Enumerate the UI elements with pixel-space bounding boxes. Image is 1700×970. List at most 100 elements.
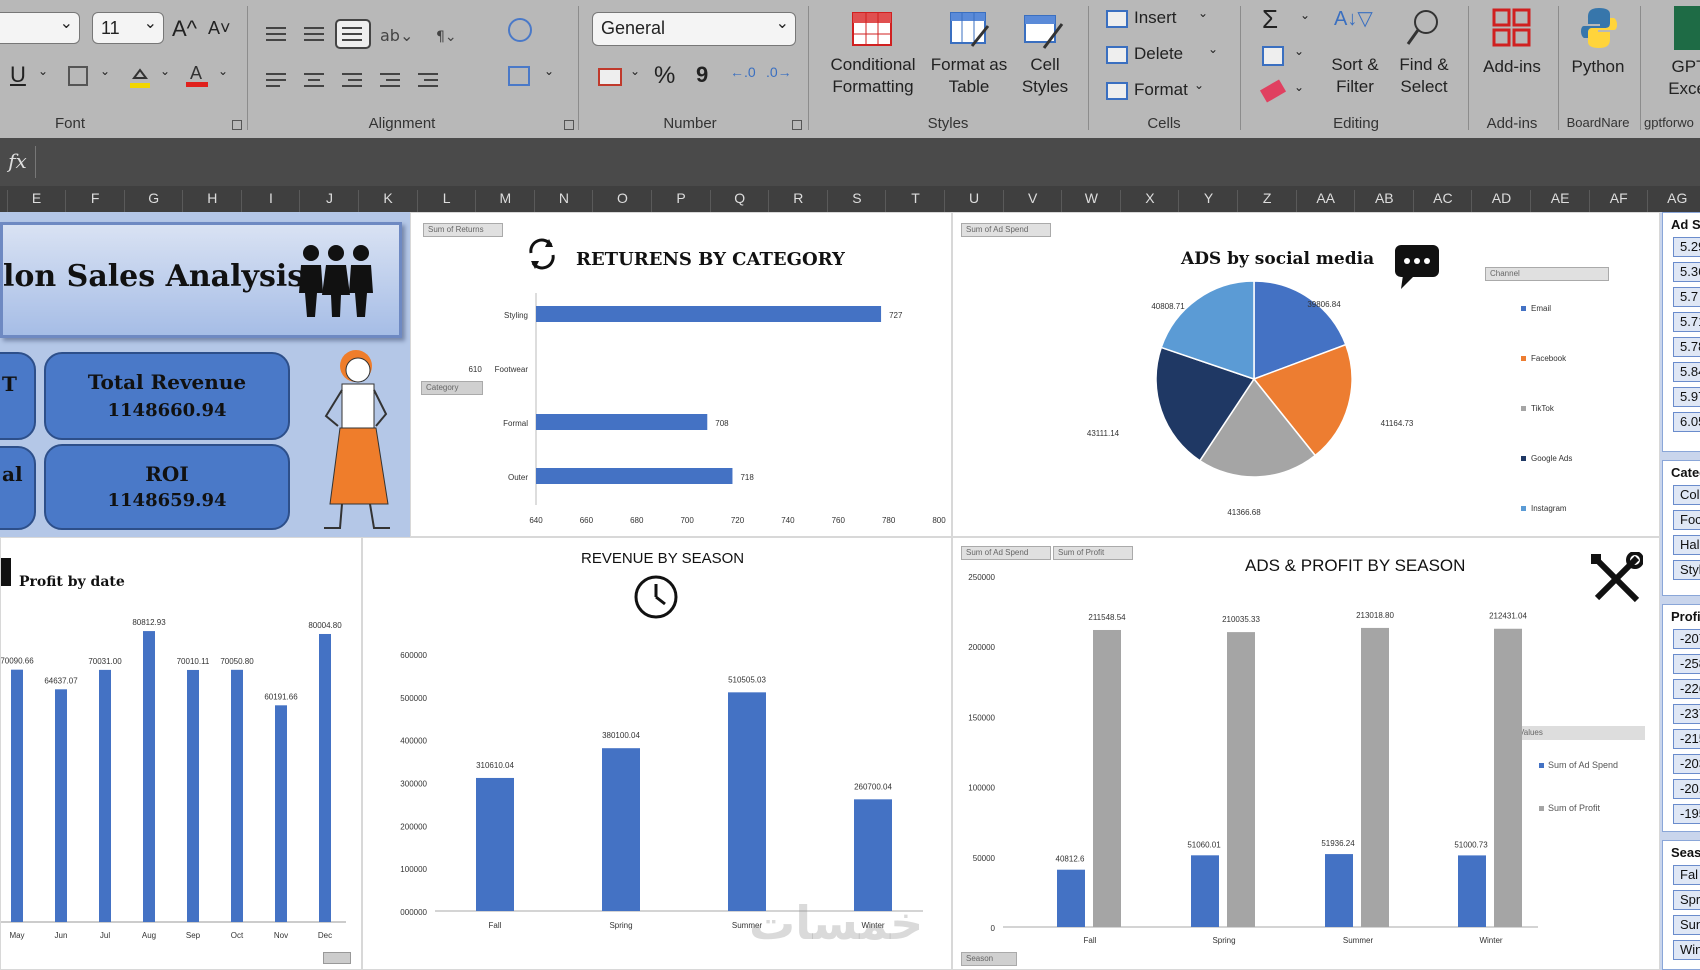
column-header[interactable]: AB bbox=[1356, 190, 1414, 212]
font-name-select[interactable] bbox=[0, 9, 80, 44]
column-header[interactable]: W bbox=[1063, 190, 1121, 212]
column-header[interactable]: AE bbox=[1532, 190, 1590, 212]
decrease-decimal-icon[interactable]: .0→ bbox=[766, 64, 792, 80]
font-size-select[interactable]: 11 bbox=[92, 9, 164, 44]
sort-filter-button[interactable]: Sort & Filter bbox=[1320, 54, 1390, 98]
underline-button[interactable]: U bbox=[10, 62, 26, 88]
chevron-down-icon[interactable]: ⌄ bbox=[160, 64, 170, 78]
column-header[interactable]: E bbox=[8, 190, 66, 212]
borders-icon[interactable] bbox=[68, 66, 88, 86]
slicer-item[interactable]: Colo bbox=[1673, 485, 1700, 505]
format-cells-icon[interactable] bbox=[1106, 82, 1128, 100]
column-header[interactable]: J bbox=[301, 190, 359, 212]
percent-button[interactable]: % bbox=[654, 62, 675, 90]
slicer-item[interactable]: Win bbox=[1673, 940, 1700, 960]
slicer-item[interactable]: Spr bbox=[1673, 890, 1700, 910]
chevron-down-icon[interactable]: ⌄ bbox=[1198, 6, 1208, 20]
find-select-button[interactable]: Find & Select bbox=[1386, 54, 1462, 98]
conditional-formatting-icon[interactable] bbox=[852, 12, 892, 46]
column-header[interactable]: P bbox=[653, 190, 711, 212]
autosum-icon[interactable]: Σ bbox=[1262, 4, 1278, 35]
slicer-item[interactable]: -207 bbox=[1673, 629, 1700, 649]
align-icons[interactable]: ab⌄ ¶⌄ bbox=[262, 14, 492, 94]
chevron-down-icon[interactable]: ⌄ bbox=[218, 64, 228, 78]
column-header[interactable]: L bbox=[418, 190, 477, 212]
column-header[interactable]: K bbox=[360, 190, 418, 212]
column-header[interactable]: Y bbox=[1180, 190, 1238, 212]
season-axis-filter[interactable]: Season bbox=[961, 952, 1017, 966]
delete-button[interactable]: Delete bbox=[1134, 44, 1183, 64]
eraser-icon[interactable] bbox=[1259, 79, 1287, 103]
format-as-table-icon[interactable] bbox=[950, 12, 990, 50]
increase-font-icon[interactable]: A^ bbox=[172, 16, 197, 42]
slicer-item[interactable]: -201 bbox=[1673, 779, 1700, 799]
wrap-text-icon[interactable] bbox=[508, 18, 532, 42]
scroll-buttons[interactable] bbox=[323, 952, 351, 964]
column-header[interactable]: S bbox=[828, 190, 887, 212]
slicer-item[interactable]: 5.29 bbox=[1673, 237, 1700, 257]
slicer-item[interactable]: -258 bbox=[1673, 654, 1700, 674]
slicer-item[interactable]: 5.97 bbox=[1673, 387, 1700, 407]
format-as-table-button[interactable]: Format as Table bbox=[926, 54, 1012, 98]
chevron-down-icon[interactable]: ⌄ bbox=[1300, 8, 1310, 22]
python-button[interactable]: Python bbox=[1562, 56, 1634, 78]
slicer-item[interactable]: 5.36 bbox=[1673, 262, 1700, 282]
delete-cells-icon[interactable] bbox=[1106, 46, 1128, 64]
slicer-item[interactable]: -195 bbox=[1673, 804, 1700, 824]
chevron-down-icon[interactable]: ⌄ bbox=[1294, 80, 1304, 94]
insert-cells-icon[interactable] bbox=[1106, 10, 1128, 28]
column-header[interactable]: H bbox=[184, 190, 242, 212]
cell-styles-button[interactable]: Cell Styles bbox=[1008, 54, 1082, 98]
increase-decimal-icon[interactable]: ←.0 bbox=[730, 64, 756, 80]
font-color-icon[interactable]: A bbox=[186, 62, 208, 88]
slicer-item[interactable]: -226 bbox=[1673, 679, 1700, 699]
chevron-down-icon[interactable]: ⌄ bbox=[38, 64, 48, 78]
add-ins-button[interactable]: Add-ins bbox=[1476, 56, 1548, 78]
slicer-item[interactable]: Sun bbox=[1673, 915, 1700, 935]
column-header[interactable]: G bbox=[125, 190, 184, 212]
column-header[interactable]: Z bbox=[1239, 190, 1297, 212]
column-header[interactable]: M bbox=[477, 190, 535, 212]
slicer-item[interactable]: 6.05 bbox=[1673, 412, 1700, 432]
column-header[interactable]: Q bbox=[711, 190, 770, 212]
cell-styles-icon[interactable] bbox=[1024, 12, 1064, 50]
column-header[interactable]: T bbox=[887, 190, 945, 212]
column-header[interactable]: AD bbox=[1473, 190, 1531, 212]
chevron-down-icon[interactable]: ⌄ bbox=[1294, 44, 1304, 58]
slicer-item[interactable]: Foc bbox=[1673, 510, 1700, 530]
column-header[interactable]: AF bbox=[1590, 190, 1649, 212]
chevron-down-icon[interactable]: ⌄ bbox=[630, 64, 640, 78]
slicer-item[interactable]: 5.71 bbox=[1673, 312, 1700, 332]
slicer-item[interactable]: 5.84 bbox=[1673, 362, 1700, 382]
add-ins-icon[interactable] bbox=[1492, 8, 1532, 48]
column-header[interactable]: N bbox=[535, 190, 594, 212]
column-header[interactable]: I bbox=[242, 190, 301, 212]
column-header[interactable]: X bbox=[1121, 190, 1180, 212]
accounting-format-icon[interactable] bbox=[598, 68, 622, 86]
column-header[interactable]: F bbox=[67, 190, 125, 212]
column-header[interactable]: V bbox=[1004, 190, 1063, 212]
conditional-formatting-button[interactable]: Conditional Formatting bbox=[820, 54, 926, 98]
column-header[interactable]: AG bbox=[1649, 190, 1700, 212]
slicer-item[interactable]: Hal bbox=[1673, 535, 1700, 555]
column-header[interactable]: R bbox=[770, 190, 828, 212]
gpt-excel-icon[interactable] bbox=[1674, 6, 1700, 50]
column-header[interactable]: O bbox=[594, 190, 652, 212]
slicer-item[interactable]: -215 bbox=[1673, 729, 1700, 749]
column-header[interactable]: AC bbox=[1414, 190, 1473, 212]
merge-center-icon[interactable] bbox=[508, 66, 530, 86]
insert-button[interactable]: Insert bbox=[1134, 8, 1177, 28]
column-header[interactable]: U bbox=[946, 190, 1004, 212]
gpt-excel-button[interactable]: GPT Excel bbox=[1644, 56, 1700, 100]
dialog-launcher-icon[interactable] bbox=[232, 120, 242, 130]
python-icon[interactable] bbox=[1578, 6, 1620, 50]
find-select-icon[interactable] bbox=[1406, 8, 1442, 48]
formula-input[interactable] bbox=[40, 146, 1700, 178]
slicer-item[interactable]: 5.78 bbox=[1673, 337, 1700, 357]
slicer-item[interactable]: 5.7 bbox=[1673, 287, 1700, 307]
chevron-down-icon[interactable]: ⌄ bbox=[100, 64, 110, 78]
chevron-down-icon[interactable]: ⌄ bbox=[1208, 42, 1218, 56]
number-format-select[interactable]: General bbox=[592, 9, 796, 46]
format-button[interactable]: Format bbox=[1134, 80, 1188, 100]
slicer-item[interactable]: -203 bbox=[1673, 754, 1700, 774]
